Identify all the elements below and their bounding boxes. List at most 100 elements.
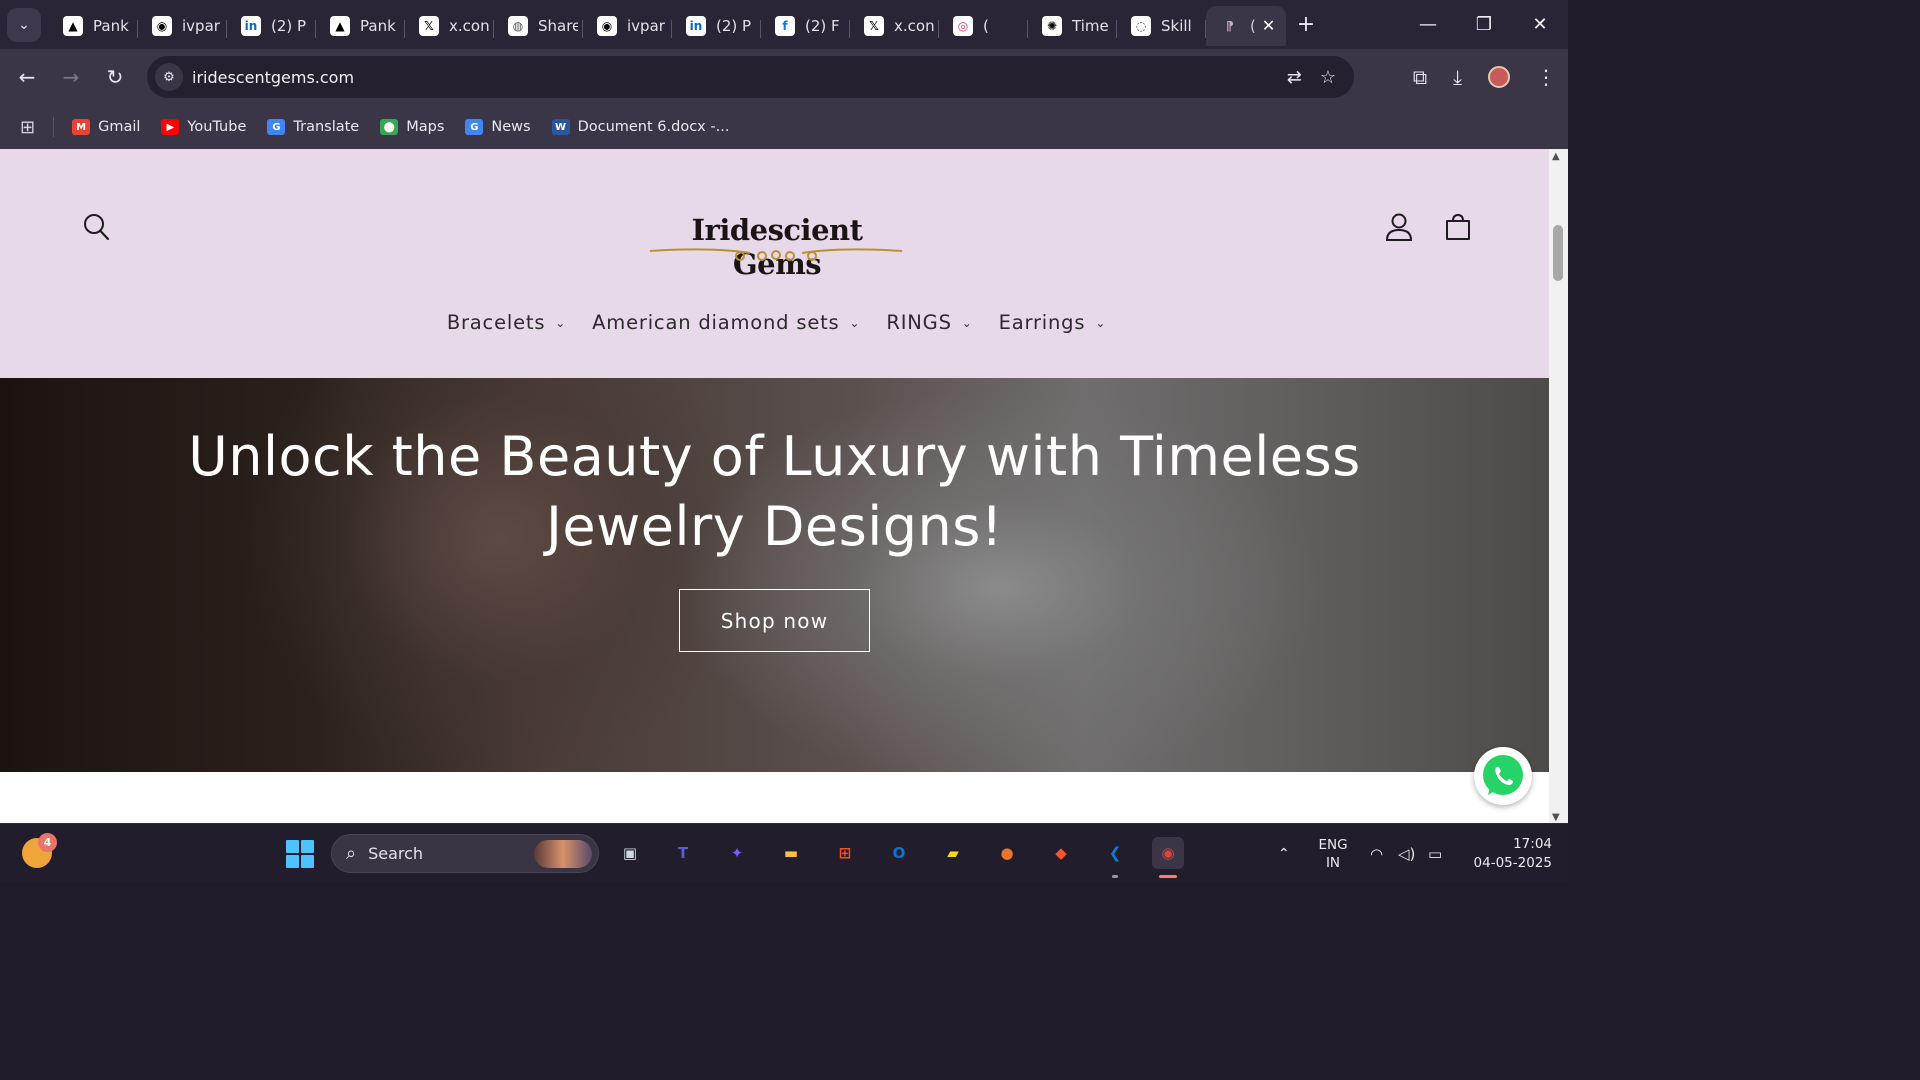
translate-icon[interactable]: ⇄ (1287, 67, 1302, 88)
search-highlight-image (534, 840, 592, 868)
google-news-icon: G (465, 119, 484, 135)
reload-button[interactable]: ↻ (93, 65, 137, 89)
browser-tab[interactable]: ◎( (939, 6, 1028, 46)
vscode-icon[interactable]: ❮ (1099, 837, 1131, 869)
search-icon[interactable] (82, 212, 110, 242)
restore-button[interactable]: ❐ (1456, 0, 1512, 49)
show-hidden-icons-icon[interactable]: ⌃ (1278, 824, 1290, 883)
chrome-icon[interactable]: ◉ (1152, 837, 1184, 869)
tab-title: x.con (894, 16, 934, 35)
cart-icon[interactable] (1444, 212, 1472, 242)
scroll-down-icon[interactable]: ▼ (1552, 812, 1560, 823)
volume-icon[interactable]: ◁) (1398, 824, 1415, 883)
facebook-icon: f (775, 15, 795, 36)
tab-search-button[interactable]: ⌄ (7, 7, 41, 42)
task-view-icon[interactable]: ▣ (614, 837, 646, 869)
language-indicator[interactable]: ENG IN (1316, 836, 1350, 872)
chatgpt-icon: ✺ (1042, 15, 1062, 36)
address-bar[interactable]: ⚙ iridescentgems.com ⇄ ☆ (147, 56, 1354, 98)
taskbar-search[interactable]: ⌕ Search (331, 834, 599, 873)
scroll-thumb[interactable] (1553, 225, 1563, 281)
menu-item-label[interactable]: RINGS (886, 311, 951, 334)
hero-banner: Unlock the Beauty of Luxury with Timeles… (0, 378, 1549, 772)
bookmark-label: Document 6.docx -... (577, 119, 730, 135)
whatsapp-icon (1483, 755, 1523, 795)
menu-item-earrings[interactable]: Earrings ⌄ (999, 311, 1107, 334)
whatsapp-chat-button[interactable] (1474, 747, 1532, 805)
browser-tab[interactable]: f (2) F (761, 6, 850, 46)
microsoft-store-icon[interactable]: ⊞ (829, 837, 861, 869)
menu-item-label[interactable]: Earrings (999, 311, 1086, 334)
menu-item-label[interactable]: Bracelets (447, 311, 545, 334)
logo-ornament (650, 248, 902, 261)
sticky-notes-icon[interactable]: ▰ (937, 837, 969, 869)
bookmark-item[interactable]: ⬤ Maps (380, 119, 444, 135)
site-favicon-icon: ⁋ (1226, 18, 1234, 33)
tab-title: Time (1072, 16, 1109, 35)
battery-icon[interactable]: ▭ (1428, 824, 1442, 883)
copilot-icon[interactable]: ✦ (721, 837, 753, 869)
browser-tab[interactable]: ◉ ivpar (583, 6, 672, 46)
scroll-up-icon[interactable]: ▲ (1552, 151, 1560, 162)
bookmark-item[interactable]: G News (465, 119, 531, 135)
forward-button[interactable]: → (49, 65, 93, 89)
tab-active[interactable]: ⁋ ( ✕ (1206, 5, 1286, 46)
brave-icon[interactable]: ◆ (1045, 837, 1077, 869)
bookmark-item[interactable]: G Translate (267, 119, 359, 135)
outlook-icon[interactable]: O (883, 837, 915, 869)
browser-tab[interactable]: ◍ Share (494, 6, 583, 46)
browser-tab[interactable]: ◌ Skill (1117, 6, 1206, 46)
menu-item-bracelets[interactable]: Bracelets ⌄ (447, 311, 566, 334)
weather-badge: 4 (38, 833, 57, 852)
main-navigation: Bracelets ⌄ American diamond sets ⌄ RINGS ⌄… (0, 311, 1549, 334)
browser-menu-icon[interactable]: ⋮ (1536, 65, 1556, 89)
site-info-icon[interactable]: ⚙ (155, 63, 183, 91)
menu-item-label[interactable]: American diamond sets (592, 311, 839, 334)
new-tab-button[interactable]: + (1286, 12, 1326, 37)
page-viewport: Iridescient Gems Bracelets ⌄ American dia… (0, 149, 1549, 823)
wifi-icon[interactable]: ◠ (1370, 824, 1383, 883)
url-text[interactable]: iridescentgems.com (192, 68, 354, 87)
account-icon[interactable] (1384, 212, 1414, 242)
vercel-triangle-icon: ▲ (63, 15, 83, 36)
profile-avatar[interactable] (1488, 66, 1510, 88)
tab-title: (2) P (271, 16, 307, 35)
running-indicator (1112, 875, 1118, 878)
downloads-icon[interactable]: ⤓ (1453, 65, 1462, 89)
tab-title: ( (1250, 16, 1256, 35)
tab-title: x.con (449, 16, 489, 35)
back-button[interactable]: ← (5, 65, 49, 89)
bookmark-item[interactable]: M Gmail (72, 119, 140, 135)
tab-title: Share (538, 16, 578, 35)
browser-tab[interactable]: ✺ Time (1028, 6, 1117, 46)
page-scrollbar[interactable]: ▲ ▼ (1549, 149, 1568, 823)
system-clock[interactable]: 17:04 04-05-2025 (1462, 835, 1552, 873)
browser-tab[interactable]: ◉ ivpar (138, 6, 227, 46)
bookmark-star-icon[interactable]: ☆ (1320, 67, 1336, 88)
browser-tab[interactable]: 𝕏x.con (405, 6, 494, 46)
file-explorer-icon[interactable]: ▬ (775, 837, 807, 869)
start-button[interactable] (286, 840, 314, 868)
shop-now-button[interactable]: Shop now (679, 589, 870, 652)
minimize-button[interactable]: — (1400, 0, 1456, 49)
tab-close-icon[interactable]: ✕ (1262, 16, 1275, 35)
close-window-button[interactable]: ✕ (1512, 0, 1568, 49)
tab-title: (2) P (716, 16, 752, 35)
linkedin-icon: in (686, 15, 706, 36)
menu-item-rings[interactable]: RINGS ⌄ (886, 311, 972, 334)
apps-grid-icon[interactable]: ⊞ (20, 117, 35, 138)
browser-tab[interactable]: ▲ Pank (49, 6, 138, 46)
browser-tab[interactable]: 𝕏x.con (850, 6, 939, 46)
extensions-icon[interactable]: ⧉ (1413, 65, 1427, 89)
bookmark-item[interactable]: W Document 6.docx -... (551, 119, 730, 135)
app-orange-icon[interactable]: ● (991, 837, 1023, 869)
browser-tab[interactable]: ▲ Pank (316, 6, 405, 46)
browser-tab[interactable]: in (2) P (672, 6, 761, 46)
menu-item-american-diamond-sets[interactable]: American diamond sets ⌄ (592, 311, 860, 334)
google-translate-icon: G (267, 119, 286, 135)
clock-date: 04-05-2025 (1473, 855, 1552, 871)
browser-tab[interactable]: in (2) P (227, 6, 316, 46)
tab-title: Pank (360, 16, 396, 35)
bookmark-item[interactable]: ▶ YouTube (161, 119, 246, 135)
teams-icon[interactable]: T (667, 837, 699, 869)
